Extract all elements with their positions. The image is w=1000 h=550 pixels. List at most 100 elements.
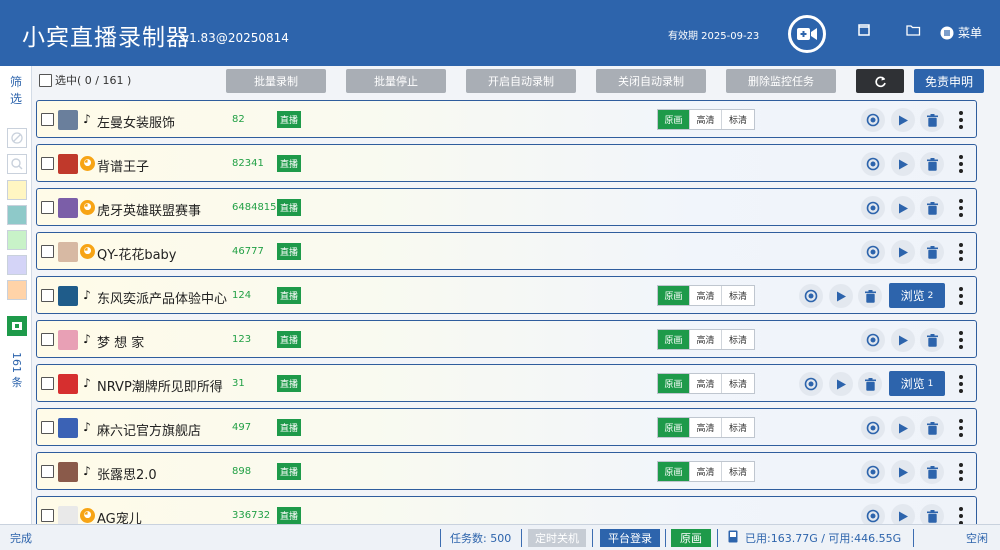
streamer-name[interactable]: AG宠儿 — [97, 508, 142, 524]
refresh-button[interactable] — [856, 69, 904, 93]
menu-button[interactable]: 菜单 — [940, 24, 982, 41]
quality-option[interactable]: 原画 — [658, 110, 690, 129]
more-options-icon[interactable] — [956, 373, 966, 395]
delete-button[interactable] — [920, 240, 944, 264]
quality-option[interactable]: 原画 — [658, 374, 690, 393]
streamer-name[interactable]: QY-花花baby — [97, 244, 177, 263]
play-button[interactable] — [891, 328, 915, 352]
task-row[interactable]: ♪ 左曼女装服饰 82 直播 原画 高清 标清 — [36, 100, 977, 138]
more-options-icon[interactable] — [956, 197, 966, 219]
play-button[interactable] — [891, 416, 915, 440]
more-options-icon[interactable] — [956, 109, 966, 131]
play-button[interactable] — [891, 504, 915, 524]
delete-monitor-tasks-button[interactable]: 删除监控任务 — [726, 69, 836, 93]
filter-label[interactable]: 筛选 — [7, 74, 25, 108]
quality-option[interactable]: 高清 — [690, 286, 722, 305]
record-button[interactable] — [861, 416, 885, 440]
play-button[interactable] — [891, 240, 915, 264]
streamer-name[interactable]: 梦 想 家 — [97, 332, 144, 351]
quality-option[interactable]: 原画 — [658, 418, 690, 437]
search-icon[interactable] — [7, 154, 27, 174]
streamer-name[interactable]: 麻六记官方旗舰店 — [97, 420, 201, 439]
delete-button[interactable] — [920, 416, 944, 440]
browse-button[interactable]: 浏览 2 — [889, 283, 945, 308]
streamer-name[interactable]: 张露思2.0 — [97, 464, 157, 483]
streamer-name[interactable]: NRVP潮牌所见即所得 — [97, 376, 223, 395]
streamer-name[interactable]: 背谱王子 — [97, 156, 149, 175]
quality-option[interactable]: 标清 — [722, 330, 754, 349]
more-options-icon[interactable] — [956, 329, 966, 351]
record-button[interactable] — [861, 460, 885, 484]
original-quality-button[interactable]: 原画 — [671, 529, 711, 547]
more-options-icon[interactable] — [956, 461, 966, 483]
quality-option[interactable]: 高清 — [690, 418, 722, 437]
play-button[interactable] — [891, 196, 915, 220]
delete-button[interactable] — [920, 328, 944, 352]
record-button[interactable] — [861, 152, 885, 176]
maximize-icon[interactable] — [858, 24, 870, 36]
quality-option[interactable]: 高清 — [690, 110, 722, 129]
record-button[interactable] — [861, 240, 885, 264]
record-button[interactable] — [799, 284, 823, 308]
task-row[interactable]: ♪ 麻六记官方旗舰店 497 直播 原画 高清 标清 — [36, 408, 977, 446]
record-button[interactable] — [861, 108, 885, 132]
row-checkbox[interactable] — [41, 113, 54, 126]
task-row[interactable]: ◕ 背谱王子 82341 直播 — [36, 144, 977, 182]
scheduled-shutdown-button[interactable]: 定时关机 — [528, 529, 586, 547]
video-camera-icon[interactable] — [788, 15, 826, 53]
delete-button[interactable] — [858, 372, 882, 396]
task-row[interactable]: ◕ QY-花花baby 46777 直播 — [36, 232, 977, 270]
row-checkbox[interactable] — [41, 377, 54, 390]
row-checkbox[interactable] — [41, 245, 54, 258]
record-button[interactable] — [861, 196, 885, 220]
quality-option[interactable]: 原画 — [658, 286, 690, 305]
quality-option[interactable]: 高清 — [690, 374, 722, 393]
platform-login-button[interactable]: 平台登录 — [600, 529, 660, 547]
more-options-icon[interactable] — [956, 241, 966, 263]
delete-button[interactable] — [920, 460, 944, 484]
row-checkbox[interactable] — [41, 289, 54, 302]
disclaimer-button[interactable]: 免责申明 — [914, 69, 984, 93]
browse-button[interactable]: 浏览 1 — [889, 371, 945, 396]
quality-option[interactable]: 高清 — [690, 330, 722, 349]
scrollbar[interactable] — [990, 96, 1000, 524]
more-options-icon[interactable] — [956, 153, 966, 175]
filter-off-icon[interactable] — [7, 128, 27, 148]
row-checkbox[interactable] — [41, 157, 54, 170]
play-button[interactable] — [891, 152, 915, 176]
delete-button[interactable] — [920, 504, 944, 524]
task-row[interactable]: ◕ AG宠儿 336732 直播 — [36, 496, 977, 524]
select-all[interactable]: 选中( 0 / 161 ) — [39, 72, 131, 88]
quality-option[interactable]: 原画 — [658, 330, 690, 349]
more-options-icon[interactable] — [956, 505, 966, 524]
more-options-icon[interactable] — [956, 417, 966, 439]
disable-auto-record-button[interactable]: 关闭自动录制 — [596, 69, 706, 93]
delete-button[interactable] — [920, 108, 944, 132]
streamer-name[interactable]: 东风奕派产品体验中心 — [97, 288, 227, 307]
quality-option[interactable]: 高清 — [690, 462, 722, 481]
delete-button[interactable] — [920, 152, 944, 176]
task-row[interactable]: ♪ 东风奕派产品体验中心 124 直播 原画 高清 标清 浏览 2 — [36, 276, 977, 314]
row-checkbox[interactable] — [41, 465, 54, 478]
quality-option[interactable]: 标清 — [722, 374, 754, 393]
task-row[interactable]: ◕ 虎牙英雄联盟赛事 6484815 直播 — [36, 188, 977, 226]
row-checkbox[interactable] — [41, 421, 54, 434]
play-button[interactable] — [891, 108, 915, 132]
delete-button[interactable] — [858, 284, 882, 308]
quality-option[interactable]: 标清 — [722, 286, 754, 305]
task-row[interactable]: ♪ NRVP潮牌所见即所得 31 直播 原画 高清 标清 浏览 1 — [36, 364, 977, 402]
row-checkbox[interactable] — [41, 201, 54, 214]
color-filter-yellow[interactable] — [7, 180, 27, 200]
task-row[interactable]: ♪ 梦 想 家 123 直播 原画 高清 标清 — [36, 320, 977, 358]
color-filter-green[interactable] — [7, 230, 27, 250]
more-options-icon[interactable] — [956, 285, 966, 307]
quality-option[interactable]: 原画 — [658, 462, 690, 481]
play-button[interactable] — [891, 460, 915, 484]
color-filter-teal[interactable] — [7, 205, 27, 225]
task-row[interactable]: ♪ 张露思2.0 898 直播 原画 高清 标清 — [36, 452, 977, 490]
record-button[interactable] — [799, 372, 823, 396]
quality-option[interactable]: 标清 — [722, 110, 754, 129]
play-button[interactable] — [829, 372, 853, 396]
play-button[interactable] — [829, 284, 853, 308]
color-filter-purple[interactable] — [7, 255, 27, 275]
